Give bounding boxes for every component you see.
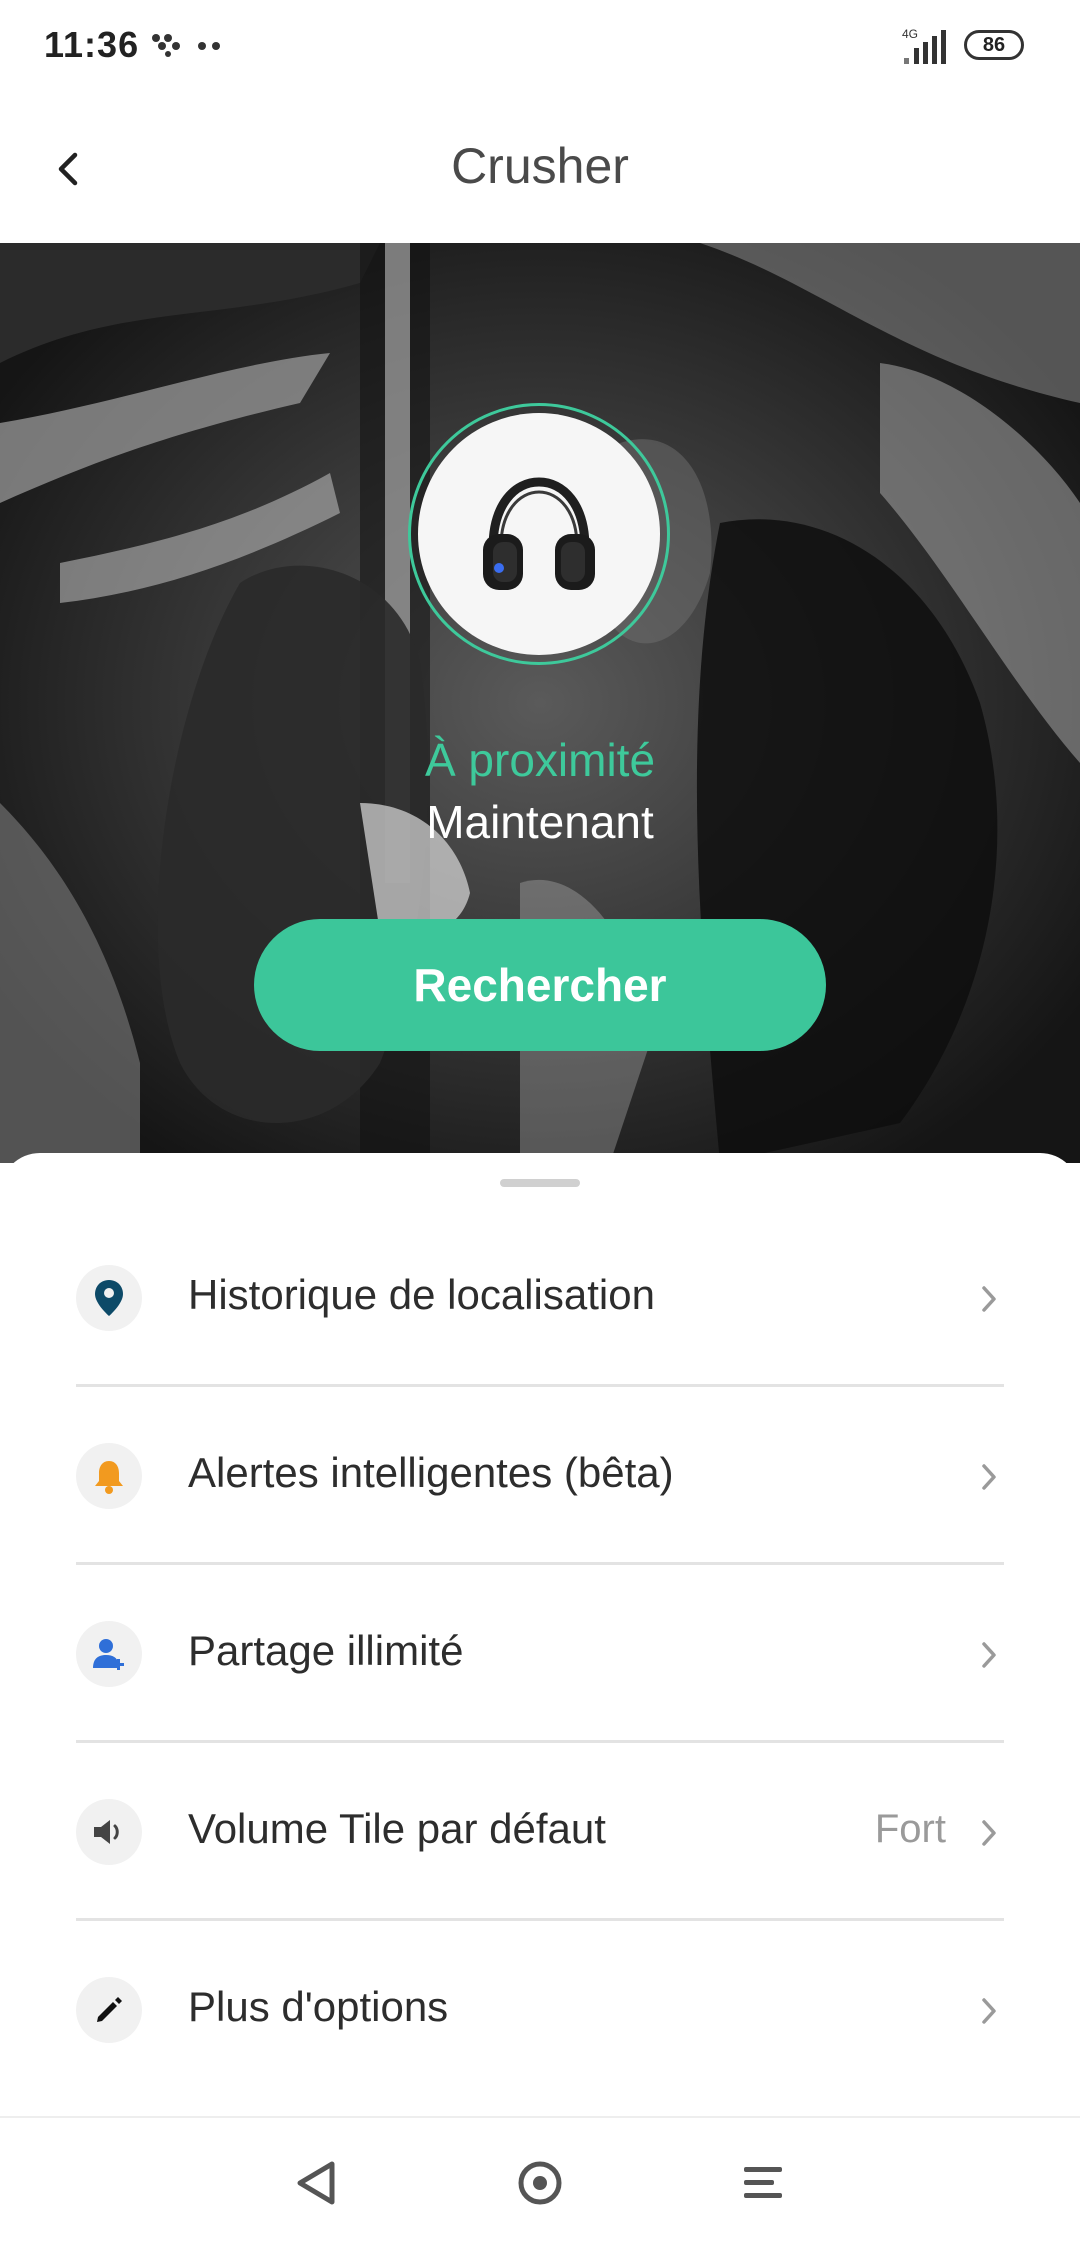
menu-item-label: Plus d'options (188, 1983, 449, 2030)
menu-item-value: Fort (874, 1807, 946, 1851)
location-pin-icon (76, 1265, 142, 1331)
menu-item-smart-alerts[interactable]: Alertes intelligentes (bêta) (76, 1387, 1004, 1565)
menu-item-unlimited-sharing[interactable]: Partage illimité (76, 1565, 1004, 1743)
menu-item-default-volume[interactable]: Volume Tile par défaut Fort (76, 1743, 1004, 1921)
bell-icon (76, 1443, 142, 1509)
status-bar: 11:36 4G 86 (0, 0, 1080, 95)
chevron-right-icon (974, 1813, 1004, 1853)
search-button[interactable]: Rechercher (254, 919, 826, 1051)
menu-item-more-options[interactable]: Plus d'options (76, 1921, 1004, 2099)
signal-icon: 4G (902, 27, 946, 64)
menu-item-label: Partage illimité (188, 1627, 464, 1674)
proximity-status: À proximité (424, 734, 656, 786)
nav-home-button[interactable] (505, 2148, 575, 2218)
nav-back-button[interactable] (282, 2148, 352, 2218)
last-seen-time: Maintenant (426, 796, 654, 848)
chevron-right-icon (974, 1635, 1004, 1675)
status-time: 11:36 (44, 24, 140, 65)
svg-text:4G: 4G (902, 27, 918, 41)
menu-lines-icon (744, 2167, 782, 2198)
add-person-icon (76, 1621, 142, 1687)
battery-indicator: 86 (964, 30, 1024, 60)
device-avatar (418, 413, 660, 655)
more-notifications-icon (198, 42, 220, 50)
notification-icon (152, 34, 180, 57)
sheet-drag-handle[interactable] (500, 1179, 580, 1187)
pencil-icon (76, 1977, 142, 2043)
headphones-icon (483, 477, 595, 590)
page-title: Crusher (451, 138, 629, 194)
menu-item-label: Volume Tile par défaut (188, 1805, 606, 1852)
chevron-right-icon (974, 1457, 1004, 1497)
speaker-icon (76, 1799, 142, 1865)
triangle-back-icon (297, 2161, 335, 2205)
menu-item-location-history[interactable]: Historique de localisation (76, 1209, 1004, 1387)
chevron-right-icon (974, 1991, 1004, 2031)
options-sheet: Historique de localisation Alertes intel… (0, 1153, 1080, 2116)
nav-menu-button[interactable] (728, 2148, 798, 2218)
header: Crusher (0, 95, 1080, 243)
system-navigation-bar (0, 2116, 1080, 2246)
chevron-right-icon (974, 1279, 1004, 1319)
menu-item-label: Historique de localisation (188, 1271, 655, 1318)
menu-item-label: Alertes intelligentes (bêta) (188, 1449, 674, 1496)
hero-panel: À proximité Maintenant Rechercher (0, 243, 1080, 1163)
circle-home-icon (518, 2161, 562, 2205)
